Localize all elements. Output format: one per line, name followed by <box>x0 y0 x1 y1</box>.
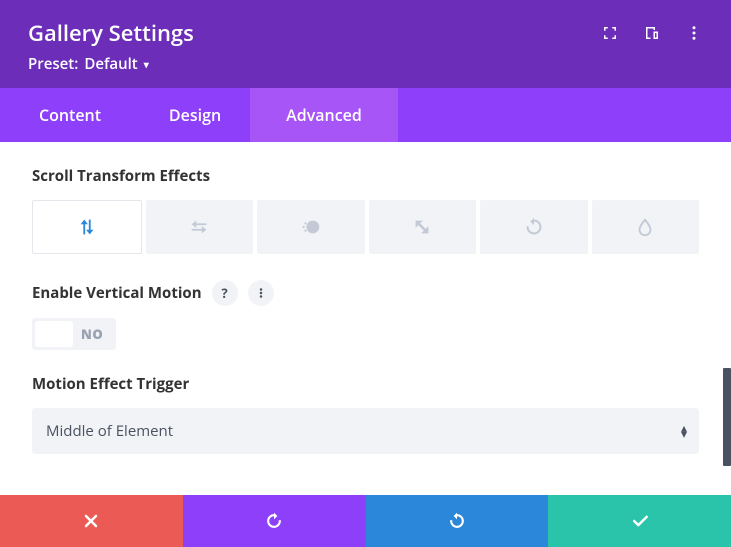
caret-down-icon: ▾ <box>144 57 149 71</box>
undo-button[interactable] <box>183 495 366 547</box>
preset-value: Default <box>84 54 137 74</box>
settings-body: Scroll Transform Effects <box>0 142 731 478</box>
expand-icon[interactable] <box>601 24 619 42</box>
drop-icon <box>634 216 656 238</box>
vertical-motion-toggle[interactable]: NO <box>32 318 116 350</box>
horizontal-arrows-icon <box>188 216 210 238</box>
scale-arrow-icon <box>411 216 433 238</box>
enable-vertical-label: Enable Vertical Motion <box>32 283 202 303</box>
effect-vertical-button[interactable] <box>32 200 142 254</box>
toggle-knob <box>35 321 73 347</box>
check-icon <box>630 511 650 531</box>
toggle-label: NO <box>73 325 113 343</box>
effect-buttons-row <box>32 200 699 254</box>
header-actions <box>601 24 703 42</box>
help-icon[interactable]: ? <box>212 280 238 306</box>
trigger-label: Motion Effect Trigger <box>32 374 699 394</box>
redo-button[interactable] <box>366 495 549 547</box>
vertical-arrows-icon <box>76 216 98 238</box>
effect-scale-button[interactable] <box>369 200 477 254</box>
tab-design[interactable]: Design <box>140 88 250 142</box>
trigger-select[interactable]: Middle of Element <box>32 408 699 454</box>
more-icon[interactable] <box>685 24 703 42</box>
tab-advanced[interactable]: Advanced <box>250 88 398 142</box>
responsive-icon[interactable] <box>643 24 661 42</box>
vertical-motion-row: Enable Vertical Motion ? <box>32 280 699 306</box>
footer-actions <box>0 495 731 547</box>
options-icon[interactable] <box>248 280 274 306</box>
tab-content[interactable]: Content <box>0 88 140 142</box>
tab-bar: Content Design Advanced <box>0 88 731 142</box>
effect-blur-button[interactable] <box>592 200 700 254</box>
cancel-button[interactable] <box>0 495 183 547</box>
undo-icon <box>264 511 284 531</box>
scrollbar-thumb[interactable] <box>723 368 731 466</box>
effect-rotate-button[interactable] <box>480 200 588 254</box>
trigger-select-wrap: Middle of Element ▴▾ <box>32 408 699 454</box>
header-row: Gallery Settings <box>28 18 703 48</box>
save-button[interactable] <box>548 495 731 547</box>
modal-title: Gallery Settings <box>28 18 194 48</box>
close-icon <box>81 511 101 531</box>
rotate-icon <box>523 216 545 238</box>
redo-icon <box>447 511 467 531</box>
fade-icon <box>300 216 322 238</box>
scroll-effects-label: Scroll Transform Effects <box>32 166 699 186</box>
preset-label: Preset: <box>28 54 78 74</box>
preset-dropdown[interactable]: Preset: Default ▾ <box>28 54 703 74</box>
effect-fade-button[interactable] <box>257 200 365 254</box>
modal-header: Gallery Settings Preset: Default ▾ <box>0 0 731 88</box>
effect-horizontal-button[interactable] <box>146 200 254 254</box>
